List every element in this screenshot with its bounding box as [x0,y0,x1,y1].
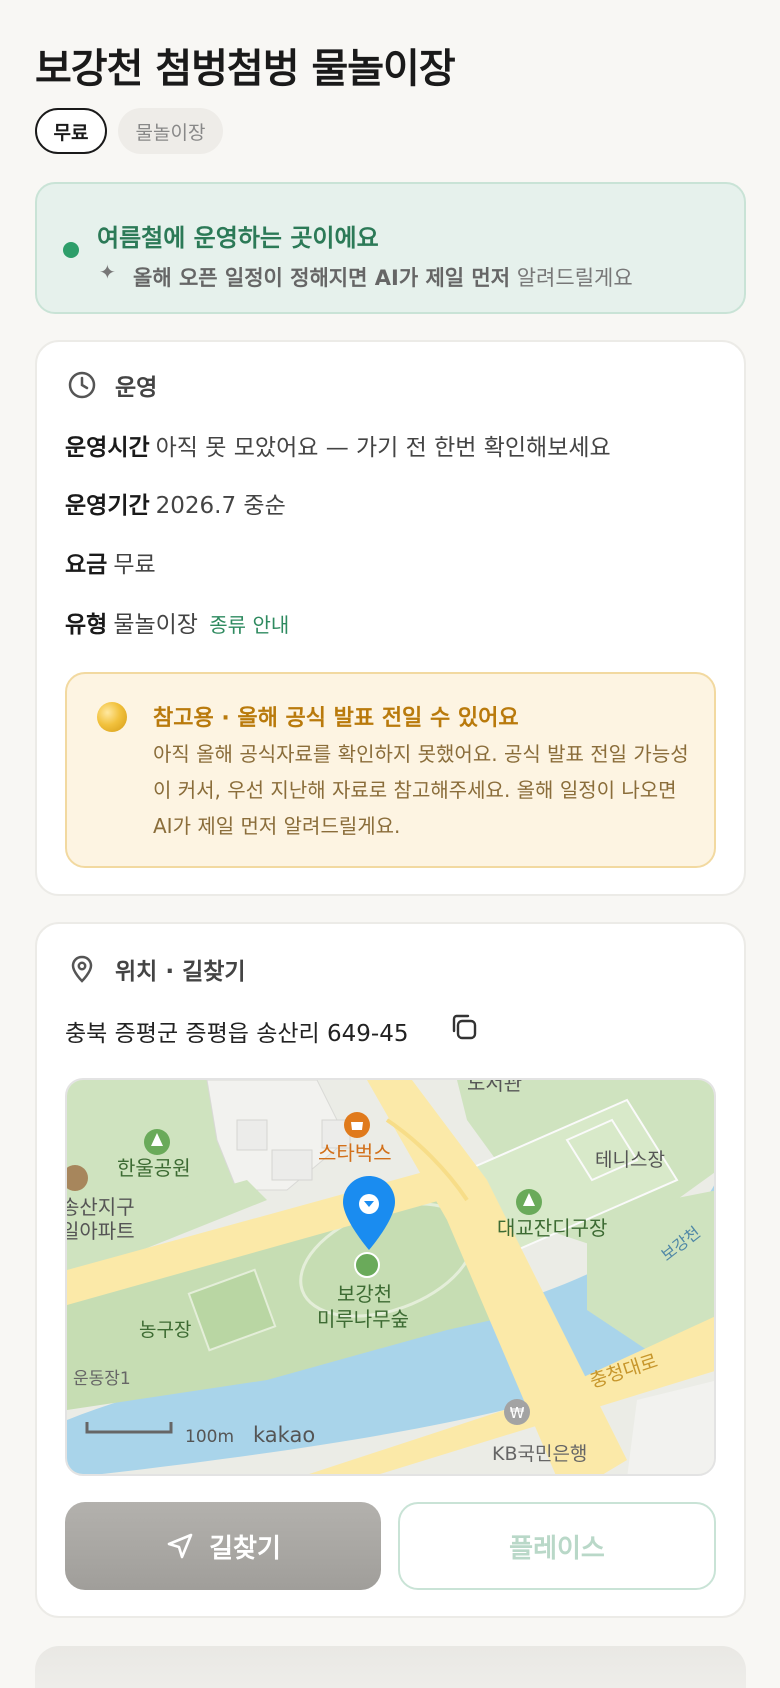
reference-notice-body: 아직 올해 공식자료를 확인하지 못했어요. 공식 발표 전일 가능성이 커서,… [153,742,689,838]
svg-text:스타벅스: 스타벅스 [318,1141,392,1165]
svg-text:테니스장: 테니스장 [595,1149,665,1171]
season-banner: 여름철에 운영하는 곳이에요 ✦ 올해 오픈 일정이 정해지면 AI가 제일 먼… [35,182,746,314]
location-card: 위치 · 길찾기 충북 증평군 증평읍 송산리 649-45 ₩ 도서관 한울공… [35,922,746,1618]
period-row: 운영기간 2026.7 중순 [65,486,286,520]
location-map[interactable]: ₩ 도서관 한울공원 송산지구 일아파트 스타벅스 테니스장 대교잔디구장 보강… [65,1078,716,1476]
place-button[interactable]: 플레이스 [398,1502,716,1590]
reference-notice: 참고용 · 올해 공식 발표 전일 수 있어요 아직 올해 공식자료를 확인하지… [65,672,716,868]
directions-button[interactable]: 길찾기 [65,1502,381,1590]
map-canvas[interactable]: ₩ 도서관 한울공원 송산지구 일아파트 스타벅스 테니스장 대교잔디구장 보강… [67,1080,716,1476]
hours-value: 아직 못 모았어요 — 가기 전 한번 확인해보세요 [155,435,611,461]
svg-text:운동장1: 운동장1 [73,1369,131,1389]
type-value: 물놀이장 [113,612,198,638]
type-label: 유형 [65,612,108,638]
sparkle-icon: ✦ [99,260,116,284]
location-heading: 위치 · 길찾기 [67,952,246,986]
season-banner-subtitle: 올해 오픈 일정이 정해지면 AI가 제일 먼저 알려드릴게요 [133,262,633,292]
next-card-peek [35,1646,746,1688]
season-banner-subtitle-bold: 올해 오픈 일정이 정해지면 AI가 제일 먼저 [133,266,511,290]
hours-row: 운영시간 아직 못 모았어요 — 가기 전 한번 확인해보세요 [65,428,611,462]
type-row: 유형 물놀이장 종류 안내 [65,605,289,639]
type-guide-link[interactable]: 종류 안내 [209,613,289,637]
period-value: 2026.7 중순 [155,493,286,519]
operation-heading-label: 운영 [115,375,158,401]
hours-label: 운영시간 [65,435,150,461]
season-banner-title: 여름철에 운영하는 곳이에요 [97,224,379,252]
fee-value: 무료 [113,552,156,578]
fee-row: 요금 무료 [65,545,156,579]
svg-text:보강천: 보강천 [337,1282,392,1306]
status-dot-icon [63,242,79,258]
copy-icon[interactable] [449,1012,479,1042]
moon-icon [97,702,127,732]
svg-text:농구장: 농구장 [139,1319,191,1341]
location-heading-label: 위치 · 길찾기 [115,959,246,985]
svg-text:송산지구: 송산지구 [67,1195,135,1219]
address-text: 충북 증평군 증평읍 송산리 649-45 [65,1021,409,1047]
period-label: 운영기간 [65,493,150,519]
svg-text:KB국민은행: KB국민은행 [492,1443,587,1465]
page-title: 보강천 첨벙첨벙 물놀이장 [35,46,456,92]
directions-button-label: 길찾기 [209,1533,281,1564]
location-pin-icon [71,955,93,983]
place-detail-page: 보강천 첨벙첨벙 물놀이장 무료 물놀이장 여름철에 운영하는 곳이에요 ✦ 올… [0,0,780,1688]
type-chip[interactable]: 물놀이장 [118,108,223,154]
svg-text:일아파트: 일아파트 [67,1219,135,1243]
navigation-arrow-icon [167,1533,193,1559]
svg-text:₩: ₩ [510,1404,525,1422]
operation-heading: 운영 [67,368,157,402]
season-banner-subtitle-rest: 알려드릴게요 [510,266,633,290]
clock-icon [68,371,96,399]
svg-text:100m: 100m [185,1427,234,1447]
operation-card: 운영 운영시간 아직 못 모았어요 — 가기 전 한번 확인해보세요 운영기간 20… [35,340,746,896]
reference-notice-title: 참고용 · 올해 공식 발표 전일 수 있어요 [153,706,519,731]
svg-text:미루나무숲: 미루나무숲 [317,1307,409,1331]
svg-text:한울공원: 한울공원 [117,1156,191,1180]
price-chip[interactable]: 무료 [35,108,107,154]
svg-text:도서관: 도서관 [467,1080,522,1095]
svg-text:kakao: kakao [253,1423,315,1447]
fee-label: 요금 [65,552,108,578]
svg-text:대교잔디구장: 대교잔디구장 [497,1216,607,1240]
